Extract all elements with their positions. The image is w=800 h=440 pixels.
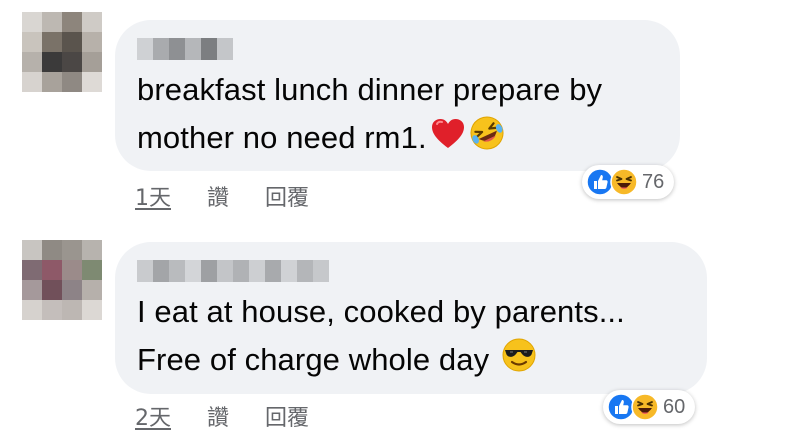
avatar[interactable] (22, 240, 102, 320)
red-heart-emoji (431, 116, 465, 164)
reaction-count: 76 (642, 170, 665, 193)
haha-reaction-icon (610, 168, 638, 196)
comment-bubble: I eat at house, cooked by parents... Fre… (115, 242, 707, 394)
comment-2: I eat at house, cooked by parents... Fre… (0, 222, 800, 440)
comment-text-line-2: Free of charge whole day (137, 342, 490, 377)
author-name-blurred[interactable] (137, 38, 233, 60)
rolling-laughing-emoji (469, 115, 505, 165)
comment-text-line-2: mother no need rm1. (137, 120, 427, 155)
reaction-count: 60 (663, 395, 686, 418)
haha-reaction-icon (631, 393, 659, 421)
comment-text-line-1: breakfast lunch dinner prepare by (137, 72, 603, 107)
reactions-summary[interactable]: 60 (603, 390, 696, 424)
reply-button[interactable]: 回覆 (265, 180, 309, 212)
comment-text: I eat at house, cooked by parents... Fre… (137, 288, 625, 387)
comment-text: breakfast lunch dinner prepare by mother… (137, 66, 602, 165)
comment-bubble: breakfast lunch dinner prepare by mother… (115, 20, 680, 171)
sunglasses-emoji (501, 337, 537, 387)
comment-text-line-1: I eat at house, cooked by parents... (137, 294, 625, 329)
reply-button[interactable]: 回覆 (265, 400, 309, 432)
comment-1: breakfast lunch dinner prepare by mother… (0, 0, 800, 220)
comment-actions: 2天 讚 回覆 (135, 400, 309, 432)
timestamp-link[interactable]: 2天 (135, 400, 171, 432)
reactions-summary[interactable]: 76 (582, 165, 675, 199)
avatar[interactable] (22, 12, 102, 92)
like-button[interactable]: 讚 (207, 180, 229, 212)
timestamp-link[interactable]: 1天 (135, 180, 171, 212)
comment-actions: 1天 讚 回覆 (135, 180, 309, 212)
author-name-blurred[interactable] (137, 260, 329, 282)
like-button[interactable]: 讚 (207, 400, 229, 432)
